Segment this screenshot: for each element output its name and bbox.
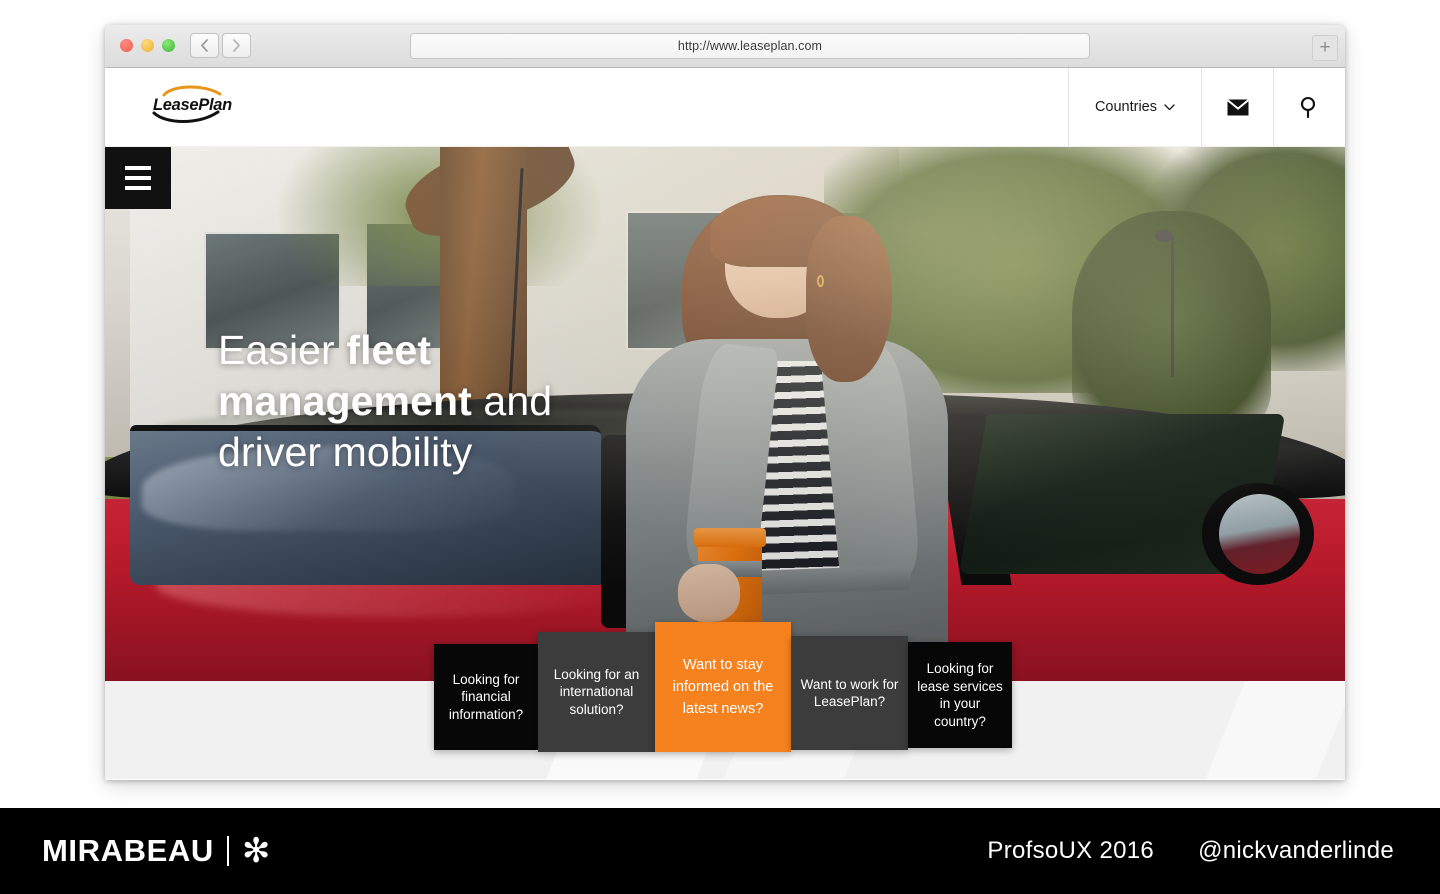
hero-banner: Easier fleet management and driver mobil… bbox=[105, 147, 1345, 681]
address-bar[interactable]: http://www.leaseplan.com bbox=[410, 33, 1090, 59]
cta-tile-label: Want to work for LeasePlan? bbox=[800, 676, 899, 710]
menu-toggle-button[interactable] bbox=[105, 147, 171, 209]
url-text: http://www.leaseplan.com bbox=[677, 39, 823, 53]
forward-button[interactable] bbox=[222, 33, 251, 58]
chevron-right-icon bbox=[233, 39, 240, 52]
cta-tile-label: Looking for an international solution? bbox=[553, 666, 640, 717]
countries-label: Countries bbox=[1094, 99, 1157, 115]
close-window-button[interactable] bbox=[120, 39, 133, 52]
header-nav: Countries bbox=[1067, 68, 1345, 146]
speaker-handle: @nickvanderlinde bbox=[1198, 837, 1394, 864]
site-header: LeasePlan Countries bbox=[105, 68, 1345, 147]
cta-tile-latest-news[interactable]: Want to stay informed on the latest news… bbox=[655, 622, 791, 752]
cta-tile-label: Looking for financial information? bbox=[448, 671, 524, 722]
cta-tile-financial-information[interactable]: Looking for financial information? bbox=[434, 644, 538, 750]
contact-mail-button[interactable] bbox=[1201, 68, 1273, 146]
cta-tile-international-solution[interactable]: Looking for an international solution? bbox=[538, 632, 655, 752]
countries-dropdown[interactable]: Countries bbox=[1067, 68, 1201, 146]
browser-nav-buttons bbox=[190, 33, 251, 58]
new-tab-button[interactable]: + bbox=[1312, 35, 1338, 61]
search-icon bbox=[1300, 96, 1315, 118]
hero-headline-pre: Easier bbox=[218, 327, 347, 373]
back-button[interactable] bbox=[190, 33, 219, 58]
svg-text:LeasePlan: LeasePlan bbox=[153, 96, 232, 114]
logo-divider bbox=[226, 836, 229, 866]
chevron-down-icon bbox=[1164, 103, 1175, 110]
browser-window: http://www.leaseplan.com + LeasePlan Cou… bbox=[105, 25, 1345, 780]
mirabeau-wordmark: MIRABEAU bbox=[42, 833, 214, 868]
cta-tile-label: Want to stay informed on the latest news… bbox=[672, 657, 774, 717]
cta-tile-work-for-leaseplan[interactable]: Want to work for LeasePlan? bbox=[791, 636, 908, 750]
minimize-window-button[interactable] bbox=[141, 39, 154, 52]
leaseplan-logo[interactable]: LeasePlan bbox=[146, 82, 246, 126]
leaseplan-logo-icon: LeasePlan bbox=[152, 85, 232, 123]
event-name: ProfsoUX 2016 bbox=[987, 837, 1155, 864]
slide-footer: MIRABEAU ✻ ProfsoUX 2016 @nickvanderlind… bbox=[0, 808, 1440, 894]
chevron-left-icon bbox=[201, 39, 208, 52]
cta-tile-row: Looking for financial information? Looki… bbox=[434, 622, 1012, 762]
hamburger-bar bbox=[125, 176, 151, 180]
browser-titlebar: http://www.leaseplan.com + bbox=[105, 25, 1345, 68]
cta-tile-label: Looking for lease services in your count… bbox=[917, 661, 1003, 729]
envelope-icon bbox=[1226, 98, 1249, 115]
mirabeau-logo: MIRABEAU ✻ bbox=[42, 833, 270, 869]
hamburger-bar bbox=[125, 186, 151, 190]
hamburger-bar bbox=[125, 166, 151, 170]
zoom-window-button[interactable] bbox=[162, 39, 175, 52]
search-button[interactable] bbox=[1273, 68, 1345, 146]
page-viewport: LeasePlan Countries Easier fleet managem… bbox=[105, 68, 1345, 780]
cta-tile-lease-services-country[interactable]: Looking for lease services in your count… bbox=[908, 642, 1012, 748]
window-controls bbox=[120, 39, 175, 52]
presentation-slide: http://www.leaseplan.com + LeasePlan Cou… bbox=[0, 0, 1440, 894]
footer-meta: ProfsoUX 2016 @nickvanderlinde bbox=[987, 837, 1394, 865]
watermark-shape bbox=[1192, 681, 1345, 779]
asterisk-icon: ✻ bbox=[241, 832, 271, 870]
hero-headline: Easier fleet management and driver mobil… bbox=[218, 325, 638, 478]
